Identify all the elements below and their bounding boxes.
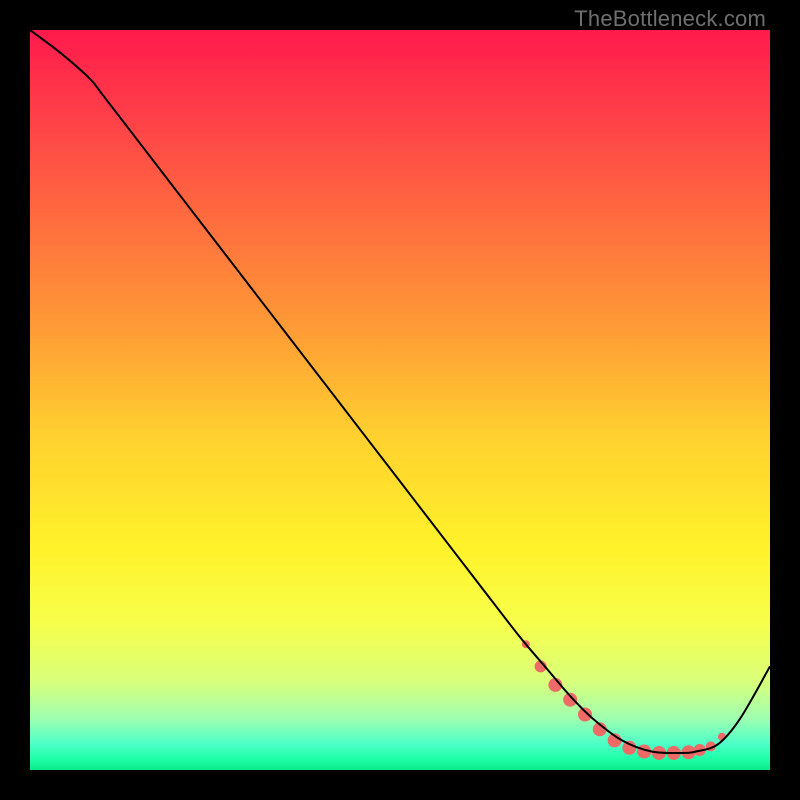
gradient-background bbox=[30, 30, 770, 770]
chart-frame bbox=[30, 30, 770, 770]
bottleneck-curve-chart bbox=[30, 30, 770, 770]
watermark-label: TheBottleneck.com bbox=[574, 6, 766, 32]
trough-marker-dot bbox=[578, 708, 592, 722]
trough-marker-dot bbox=[622, 741, 636, 755]
